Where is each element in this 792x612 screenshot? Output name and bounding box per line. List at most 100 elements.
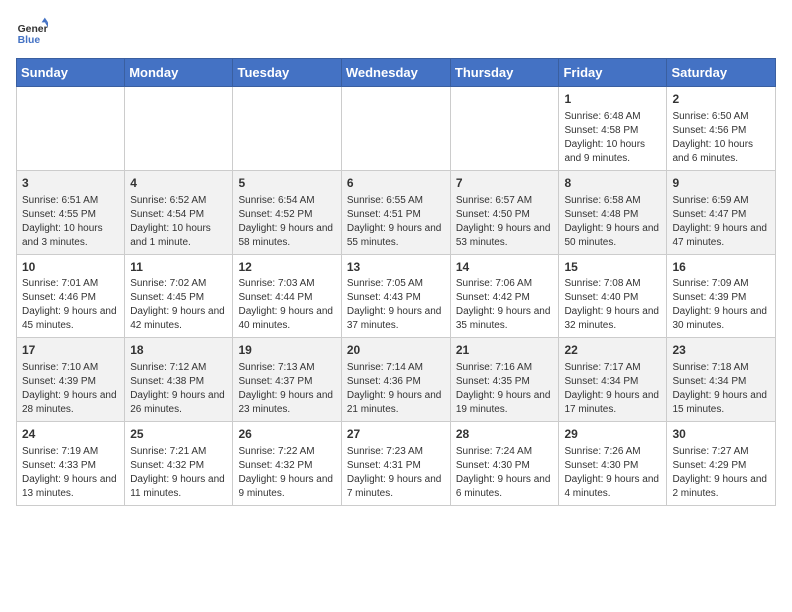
day-number: 10 — [22, 259, 119, 276]
day-number: 19 — [238, 342, 335, 359]
day-number: 15 — [564, 259, 661, 276]
day-info: Sunrise: 6:48 AM Sunset: 4:58 PM Dayligh… — [564, 110, 661, 166]
day-number: 4 — [130, 175, 227, 192]
day-info: Sunrise: 6:57 AM Sunset: 4:50 PM Dayligh… — [456, 194, 554, 250]
calendar-cell: 16Sunrise: 7:09 AM Sunset: 4:39 PM Dayli… — [667, 254, 776, 338]
day-info: Sunrise: 7:03 AM Sunset: 4:44 PM Dayligh… — [238, 277, 335, 333]
day-info: Sunrise: 6:51 AM Sunset: 4:55 PM Dayligh… — [22, 194, 119, 250]
logo: General Blue — [16, 16, 52, 48]
day-info: Sunrise: 6:55 AM Sunset: 4:51 PM Dayligh… — [347, 194, 445, 250]
svg-text:Blue: Blue — [18, 35, 41, 46]
calendar-cell — [125, 87, 233, 171]
day-info: Sunrise: 7:23 AM Sunset: 4:31 PM Dayligh… — [347, 445, 445, 501]
day-number: 12 — [238, 259, 335, 276]
calendar-cell: 12Sunrise: 7:03 AM Sunset: 4:44 PM Dayli… — [233, 254, 341, 338]
weekday-header: Monday — [125, 59, 233, 87]
calendar-cell: 6 Sunrise: 6:55 AM Sunset: 4:51 PM Daylig… — [341, 170, 450, 254]
day-number: 25 — [130, 426, 227, 443]
page-header: General Blue — [16, 16, 776, 48]
day-info: Sunrise: 7:09 AM Sunset: 4:39 PM Dayligh… — [672, 277, 770, 333]
day-number: 23 — [672, 342, 770, 359]
calendar-cell: 23 Sunrise: 7:18 AM Sunset: 4:34 PM Dayli… — [667, 338, 776, 422]
day-number: 6 — [347, 175, 445, 192]
calendar-cell: 29 Sunrise: 7:26 AM Sunset: 4:30 PM Dayli… — [559, 422, 667, 506]
calendar-cell: 8 Sunrise: 6:58 AM Sunset: 4:48 PM Daylig… — [559, 170, 667, 254]
day-info: Sunrise: 6:54 AM Sunset: 4:52 PM Dayligh… — [238, 194, 335, 250]
day-number: 26 — [238, 426, 335, 443]
calendar-cell: 15Sunrise: 7:08 AM Sunset: 4:40 PM Dayli… — [559, 254, 667, 338]
day-number: 2 — [672, 91, 770, 108]
calendar-cell: 18 Sunrise: 7:12 AM Sunset: 4:38 PM Dayli… — [125, 338, 233, 422]
day-info: Sunrise: 7:14 AM Sunset: 4:36 PM Dayligh… — [347, 361, 445, 417]
day-info: Sunrise: 7:08 AM Sunset: 4:40 PM Dayligh… — [564, 277, 661, 333]
day-info: Sunrise: 7:22 AM Sunset: 4:32 PM Dayligh… — [238, 445, 335, 501]
calendar-cell: 4Sunrise: 6:52 AM Sunset: 4:54 PM Daylig… — [125, 170, 233, 254]
weekday-header: Thursday — [450, 59, 559, 87]
day-number: 7 — [456, 175, 554, 192]
day-info: Sunrise: 7:27 AM Sunset: 4:29 PM Dayligh… — [672, 445, 770, 501]
day-number: 18 — [130, 342, 227, 359]
calendar-cell: 28 Sunrise: 7:24 AM Sunset: 4:30 PM Dayli… — [450, 422, 559, 506]
calendar-cell: 27 Sunrise: 7:23 AM Sunset: 4:31 PM Dayli… — [341, 422, 450, 506]
day-number: 8 — [564, 175, 661, 192]
day-number: 27 — [347, 426, 445, 443]
calendar-cell — [233, 87, 341, 171]
calendar-cell: 14Sunrise: 7:06 AM Sunset: 4:42 PM Dayli… — [450, 254, 559, 338]
day-number: 5 — [238, 175, 335, 192]
day-number: 3 — [22, 175, 119, 192]
day-number: 16 — [672, 259, 770, 276]
day-info: Sunrise: 7:12 AM Sunset: 4:38 PM Dayligh… — [130, 361, 227, 417]
calendar-cell — [450, 87, 559, 171]
day-number: 24 — [22, 426, 119, 443]
svg-text:General: General — [18, 24, 48, 35]
day-info: Sunrise: 6:50 AM Sunset: 4:56 PM Dayligh… — [672, 110, 770, 166]
calendar-cell: 2 Sunrise: 6:50 AM Sunset: 4:56 PM Daylig… — [667, 87, 776, 171]
calendar-cell: 11Sunrise: 7:02 AM Sunset: 4:45 PM Dayli… — [125, 254, 233, 338]
logo-icon: General Blue — [16, 16, 48, 48]
calendar-cell: 9Sunrise: 6:59 AM Sunset: 4:47 PM Daylig… — [667, 170, 776, 254]
day-number: 28 — [456, 426, 554, 443]
day-info: Sunrise: 7:24 AM Sunset: 4:30 PM Dayligh… — [456, 445, 554, 501]
day-number: 14 — [456, 259, 554, 276]
day-number: 29 — [564, 426, 661, 443]
calendar-cell: 3 Sunrise: 6:51 AM Sunset: 4:55 PM Daylig… — [17, 170, 125, 254]
calendar-cell: 22 Sunrise: 7:17 AM Sunset: 4:34 PM Dayli… — [559, 338, 667, 422]
day-number: 20 — [347, 342, 445, 359]
calendar-cell — [341, 87, 450, 171]
day-info: Sunrise: 7:06 AM Sunset: 4:42 PM Dayligh… — [456, 277, 554, 333]
day-info: Sunrise: 7:01 AM Sunset: 4:46 PM Dayligh… — [22, 277, 119, 333]
day-info: Sunrise: 7:05 AM Sunset: 4:43 PM Dayligh… — [347, 277, 445, 333]
calendar-cell: 7 Sunrise: 6:57 AM Sunset: 4:50 PM Daylig… — [450, 170, 559, 254]
day-info: Sunrise: 6:58 AM Sunset: 4:48 PM Dayligh… — [564, 194, 661, 250]
weekday-header: Friday — [559, 59, 667, 87]
day-number: 11 — [130, 259, 227, 276]
calendar-cell: 5 Sunrise: 6:54 AM Sunset: 4:52 PM Daylig… — [233, 170, 341, 254]
day-number: 13 — [347, 259, 445, 276]
calendar-cell: 24 Sunrise: 7:19 AM Sunset: 4:33 PM Dayli… — [17, 422, 125, 506]
day-info: Sunrise: 7:17 AM Sunset: 4:34 PM Dayligh… — [564, 361, 661, 417]
day-number: 21 — [456, 342, 554, 359]
day-info: Sunrise: 7:13 AM Sunset: 4:37 PM Dayligh… — [238, 361, 335, 417]
day-info: Sunrise: 7:16 AM Sunset: 4:35 PM Dayligh… — [456, 361, 554, 417]
day-info: Sunrise: 7:26 AM Sunset: 4:30 PM Dayligh… — [564, 445, 661, 501]
day-info: Sunrise: 7:10 AM Sunset: 4:39 PM Dayligh… — [22, 361, 119, 417]
day-info: Sunrise: 7:18 AM Sunset: 4:34 PM Dayligh… — [672, 361, 770, 417]
calendar-cell — [17, 87, 125, 171]
day-number: 17 — [22, 342, 119, 359]
weekday-header: Wednesday — [341, 59, 450, 87]
calendar-cell: 13Sunrise: 7:05 AM Sunset: 4:43 PM Dayli… — [341, 254, 450, 338]
day-info: Sunrise: 7:19 AM Sunset: 4:33 PM Dayligh… — [22, 445, 119, 501]
calendar-cell: 25 Sunrise: 7:21 AM Sunset: 4:32 PM Dayli… — [125, 422, 233, 506]
calendar-cell: 30 Sunrise: 7:27 AM Sunset: 4:29 PM Dayli… — [667, 422, 776, 506]
day-info: Sunrise: 7:02 AM Sunset: 4:45 PM Dayligh… — [130, 277, 227, 333]
calendar-cell: 20 Sunrise: 7:14 AM Sunset: 4:36 PM Dayli… — [341, 338, 450, 422]
day-info: Sunrise: 7:21 AM Sunset: 4:32 PM Dayligh… — [130, 445, 227, 501]
day-number: 22 — [564, 342, 661, 359]
calendar-cell: 26 Sunrise: 7:22 AM Sunset: 4:32 PM Dayli… — [233, 422, 341, 506]
calendar-table: SundayMondayTuesdayWednesdayThursdayFrid… — [16, 58, 776, 506]
day-number: 30 — [672, 426, 770, 443]
calendar-cell: 1 Sunrise: 6:48 AM Sunset: 4:58 PM Daylig… — [559, 87, 667, 171]
weekday-header: Saturday — [667, 59, 776, 87]
calendar-cell: 10Sunrise: 7:01 AM Sunset: 4:46 PM Dayli… — [17, 254, 125, 338]
day-number: 1 — [564, 91, 661, 108]
